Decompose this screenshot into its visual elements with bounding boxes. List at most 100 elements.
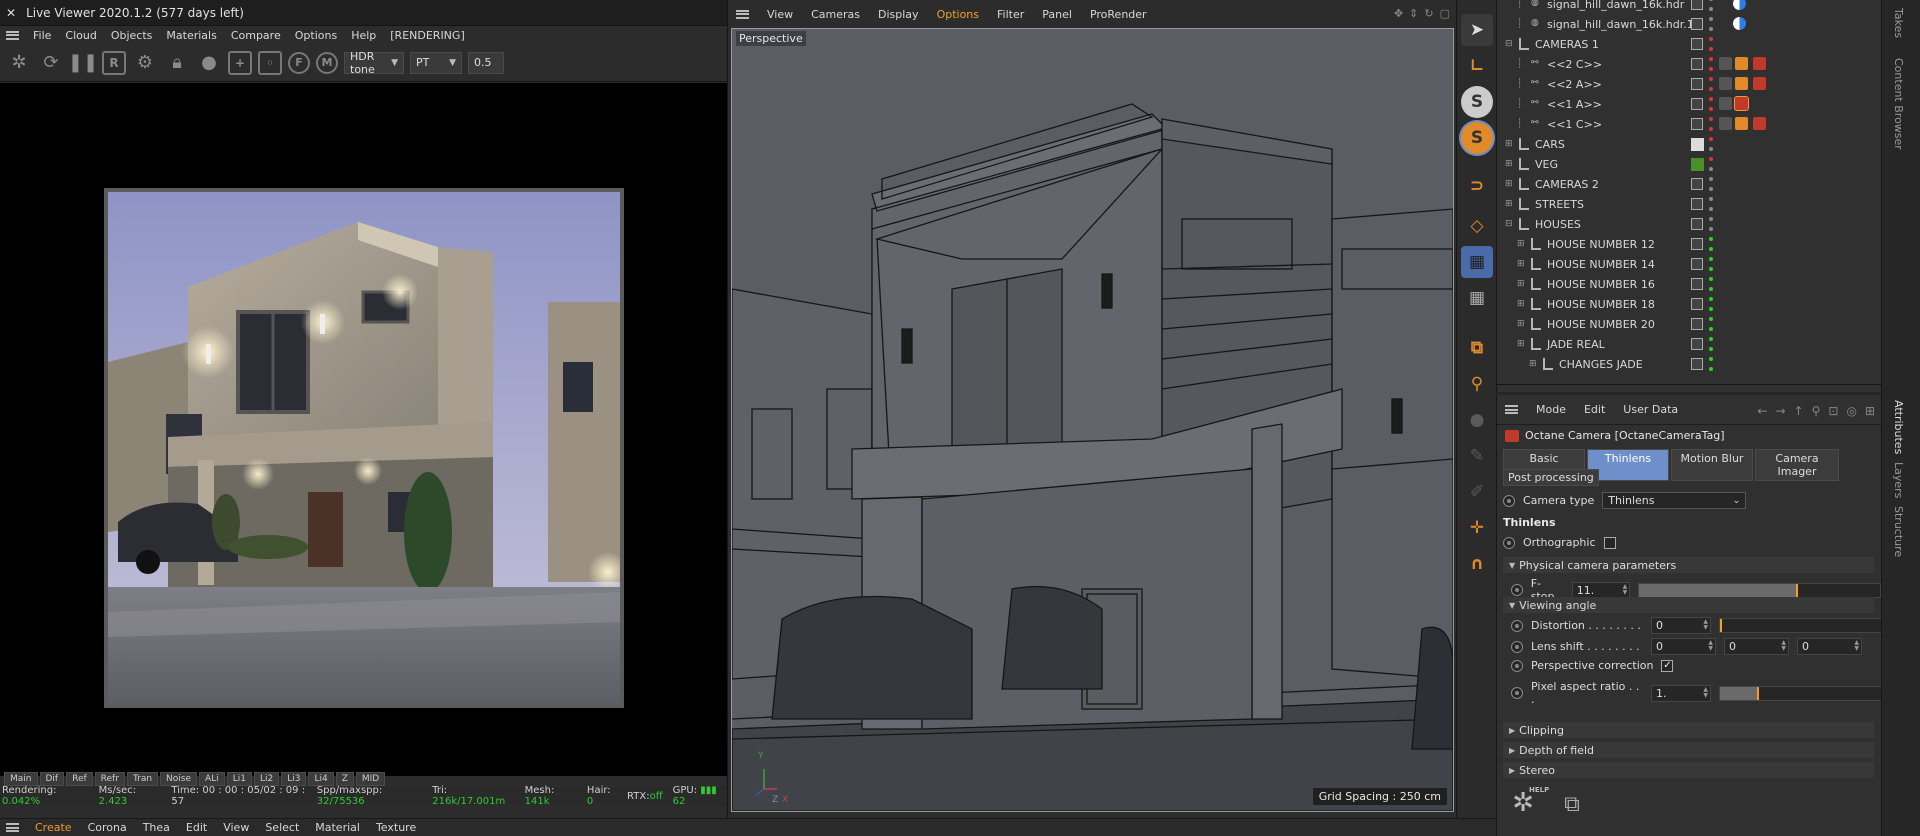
visibility-dots-icon[interactable] bbox=[1709, 297, 1713, 311]
visibility-dots-icon[interactable] bbox=[1709, 57, 1713, 71]
menu-texture[interactable]: Texture bbox=[376, 821, 416, 834]
sculpt-tool-icon[interactable]: ✐ bbox=[1461, 476, 1493, 508]
expand-toggle-icon[interactable]: ⊞ bbox=[1517, 299, 1525, 309]
pass-z[interactable]: Z bbox=[335, 772, 354, 786]
kernel-select[interactable]: PT ▼ bbox=[410, 51, 462, 74]
stereo-group[interactable]: ▶ Stereo bbox=[1503, 762, 1874, 778]
select-tool-icon[interactable]: ➤ bbox=[1461, 14, 1493, 46]
pass-tran[interactable]: Tran bbox=[126, 772, 159, 786]
animate-radio[interactable] bbox=[1511, 640, 1523, 653]
visibility-dots-icon[interactable] bbox=[1709, 237, 1713, 251]
vp-menu-panel[interactable]: Panel bbox=[1042, 8, 1072, 21]
menu-edit[interactable]: Edit bbox=[186, 821, 207, 834]
menu-icon[interactable] bbox=[6, 823, 19, 832]
octane-camera-tag-icon[interactable] bbox=[1753, 77, 1766, 90]
pass-noise[interactable]: Noise bbox=[160, 772, 198, 786]
magnet-snap-icon[interactable]: ∩ bbox=[1461, 548, 1493, 580]
pixel-aspect-slider[interactable] bbox=[1719, 685, 1891, 701]
edit-toggle-icon[interactable] bbox=[1691, 238, 1703, 250]
back-arrow-icon[interactable]: ← bbox=[1757, 404, 1767, 418]
edit-toggle-icon[interactable] bbox=[1691, 218, 1703, 230]
menu-view[interactable]: View bbox=[223, 821, 249, 834]
pause-icon[interactable]: ❚❚ bbox=[68, 50, 98, 76]
vp-menu-display[interactable]: Display bbox=[878, 8, 919, 21]
edit-toggle-icon[interactable] bbox=[1691, 258, 1703, 270]
visibility-dots-icon[interactable] bbox=[1709, 257, 1713, 271]
pass-ref[interactable]: Ref bbox=[66, 772, 93, 786]
dock-tab-layers[interactable]: Layers bbox=[1892, 462, 1905, 498]
dock-tab-structure[interactable]: Structure bbox=[1892, 506, 1905, 557]
animate-radio[interactable] bbox=[1511, 659, 1523, 672]
snap-active-icon[interactable]: S bbox=[1461, 122, 1493, 154]
vp-menu-prorender[interactable]: ProRender bbox=[1090, 8, 1147, 21]
animate-radio[interactable] bbox=[1511, 619, 1523, 632]
depth-of-field-group[interactable]: ▶ Depth of field bbox=[1503, 742, 1874, 758]
perspective-view[interactable]: Perspective Y Z X Grid Spacing : 250 cm bbox=[731, 28, 1454, 812]
tab-post-processing[interactable]: Post processing bbox=[1503, 469, 1599, 486]
edit-toggle-icon[interactable] bbox=[1691, 58, 1703, 70]
settings-gear-icon[interactable]: ⚙ bbox=[132, 50, 158, 76]
expand-toggle-icon[interactable]: ⊞ bbox=[1517, 259, 1525, 269]
protection-tag-icon[interactable] bbox=[1719, 77, 1732, 90]
octane-logo-icon[interactable]: ✲ bbox=[6, 50, 32, 76]
pass-li3[interactable]: Li3 bbox=[281, 772, 307, 786]
object-row[interactable]: ┊ ◍ signal_hill_dawn_16k.hdr bbox=[1497, 0, 1881, 14]
rotate-view-icon[interactable]: ↻ bbox=[1424, 7, 1433, 20]
pass-li4[interactable]: Li4 bbox=[308, 772, 334, 786]
move-view-icon[interactable]: ✥ bbox=[1394, 7, 1403, 20]
lock-icon[interactable]: ⊡ bbox=[1828, 404, 1838, 418]
move-arrows-icon[interactable]: ✛ bbox=[1461, 512, 1493, 544]
expand-toggle-icon[interactable]: ⊟ bbox=[1505, 219, 1513, 229]
grid-icon[interactable]: ▦ bbox=[1461, 282, 1493, 314]
menu-objects[interactable]: Objects bbox=[111, 29, 153, 42]
expand-toggle-icon[interactable]: ⊞ bbox=[1517, 319, 1525, 329]
tab-thinlens[interactable]: Thinlens bbox=[1587, 449, 1669, 481]
scene-icon[interactable]: ⧉ bbox=[1461, 332, 1493, 364]
visibility-dots-icon[interactable] bbox=[1709, 97, 1713, 111]
tone-value-field[interactable]: 0.5 bbox=[468, 51, 504, 74]
camera-type-dropdown[interactable]: Thinlens ⌄ bbox=[1602, 492, 1747, 509]
fstop-field[interactable]: 11. ▲ ▼ bbox=[1571, 581, 1631, 599]
snap-icon[interactable]: S bbox=[1461, 86, 1493, 118]
script-icon[interactable]: ⧉ bbox=[1557, 790, 1587, 820]
menu-corona[interactable]: Corona bbox=[88, 821, 127, 834]
animate-radio[interactable] bbox=[1511, 687, 1523, 699]
distortion-slider[interactable] bbox=[1719, 618, 1891, 633]
edit-toggle-icon[interactable] bbox=[1691, 38, 1703, 50]
visibility-dots-icon[interactable] bbox=[1709, 17, 1713, 31]
expand-toggle-icon[interactable]: ⊞ bbox=[1517, 279, 1525, 289]
sky-tag-icon[interactable] bbox=[1733, 0, 1746, 10]
visibility-dots-icon[interactable] bbox=[1709, 77, 1713, 91]
edit-toggle-icon[interactable] bbox=[1691, 278, 1703, 290]
brush-tool-icon[interactable]: ✎ bbox=[1461, 440, 1493, 472]
composition-tag-icon[interactable] bbox=[1735, 77, 1748, 90]
menu-material[interactable]: Material bbox=[315, 821, 360, 834]
vp-menu-filter[interactable]: Filter bbox=[997, 8, 1024, 21]
dock-tab-content-browser[interactable]: Content Browser bbox=[1892, 58, 1905, 150]
sky-tag-icon[interactable] bbox=[1733, 17, 1746, 30]
visibility-dots-icon[interactable] bbox=[1709, 277, 1713, 291]
edit-toggle-icon[interactable] bbox=[1691, 98, 1703, 110]
menu-icon[interactable] bbox=[736, 9, 749, 19]
visibility-dots-icon[interactable] bbox=[1709, 117, 1713, 131]
orthographic-checkbox[interactable] bbox=[1603, 536, 1616, 549]
grid-lock-icon[interactable]: ▦ bbox=[1461, 246, 1493, 278]
pass-mid[interactable]: MID bbox=[355, 772, 386, 786]
expand-toggle-icon[interactable]: ⊞ bbox=[1505, 179, 1513, 189]
focus-picker-icon[interactable]: F bbox=[288, 51, 310, 74]
layer-color-chip[interactable] bbox=[1691, 137, 1704, 151]
pass-refr[interactable]: Refr bbox=[94, 772, 125, 786]
expand-toggle-icon[interactable]: ⊞ bbox=[1517, 239, 1525, 249]
object-row[interactable]: ⊞ JADE REAL bbox=[1497, 334, 1881, 354]
am-menu-userdata[interactable]: User Data bbox=[1623, 403, 1678, 416]
object-row[interactable]: ⊞ STREETS bbox=[1497, 194, 1881, 214]
fstop-slider[interactable] bbox=[1638, 582, 1881, 598]
visibility-dots-icon[interactable] bbox=[1709, 337, 1713, 351]
menu-materials[interactable]: Materials bbox=[166, 29, 216, 42]
object-row[interactable]: ⊞ HOUSE NUMBER 14 bbox=[1497, 254, 1881, 274]
object-row[interactable]: ┊ ◍ signal_hill_dawn_16k.hdr.1 bbox=[1497, 14, 1881, 34]
vp-menu-cameras[interactable]: Cameras bbox=[811, 8, 860, 21]
lens-shift-z-field[interactable]: 0 ▲ ▼ bbox=[1797, 638, 1862, 655]
menu-file[interactable]: File bbox=[33, 29, 51, 42]
restart-icon[interactable]: ⟳ bbox=[38, 50, 64, 76]
